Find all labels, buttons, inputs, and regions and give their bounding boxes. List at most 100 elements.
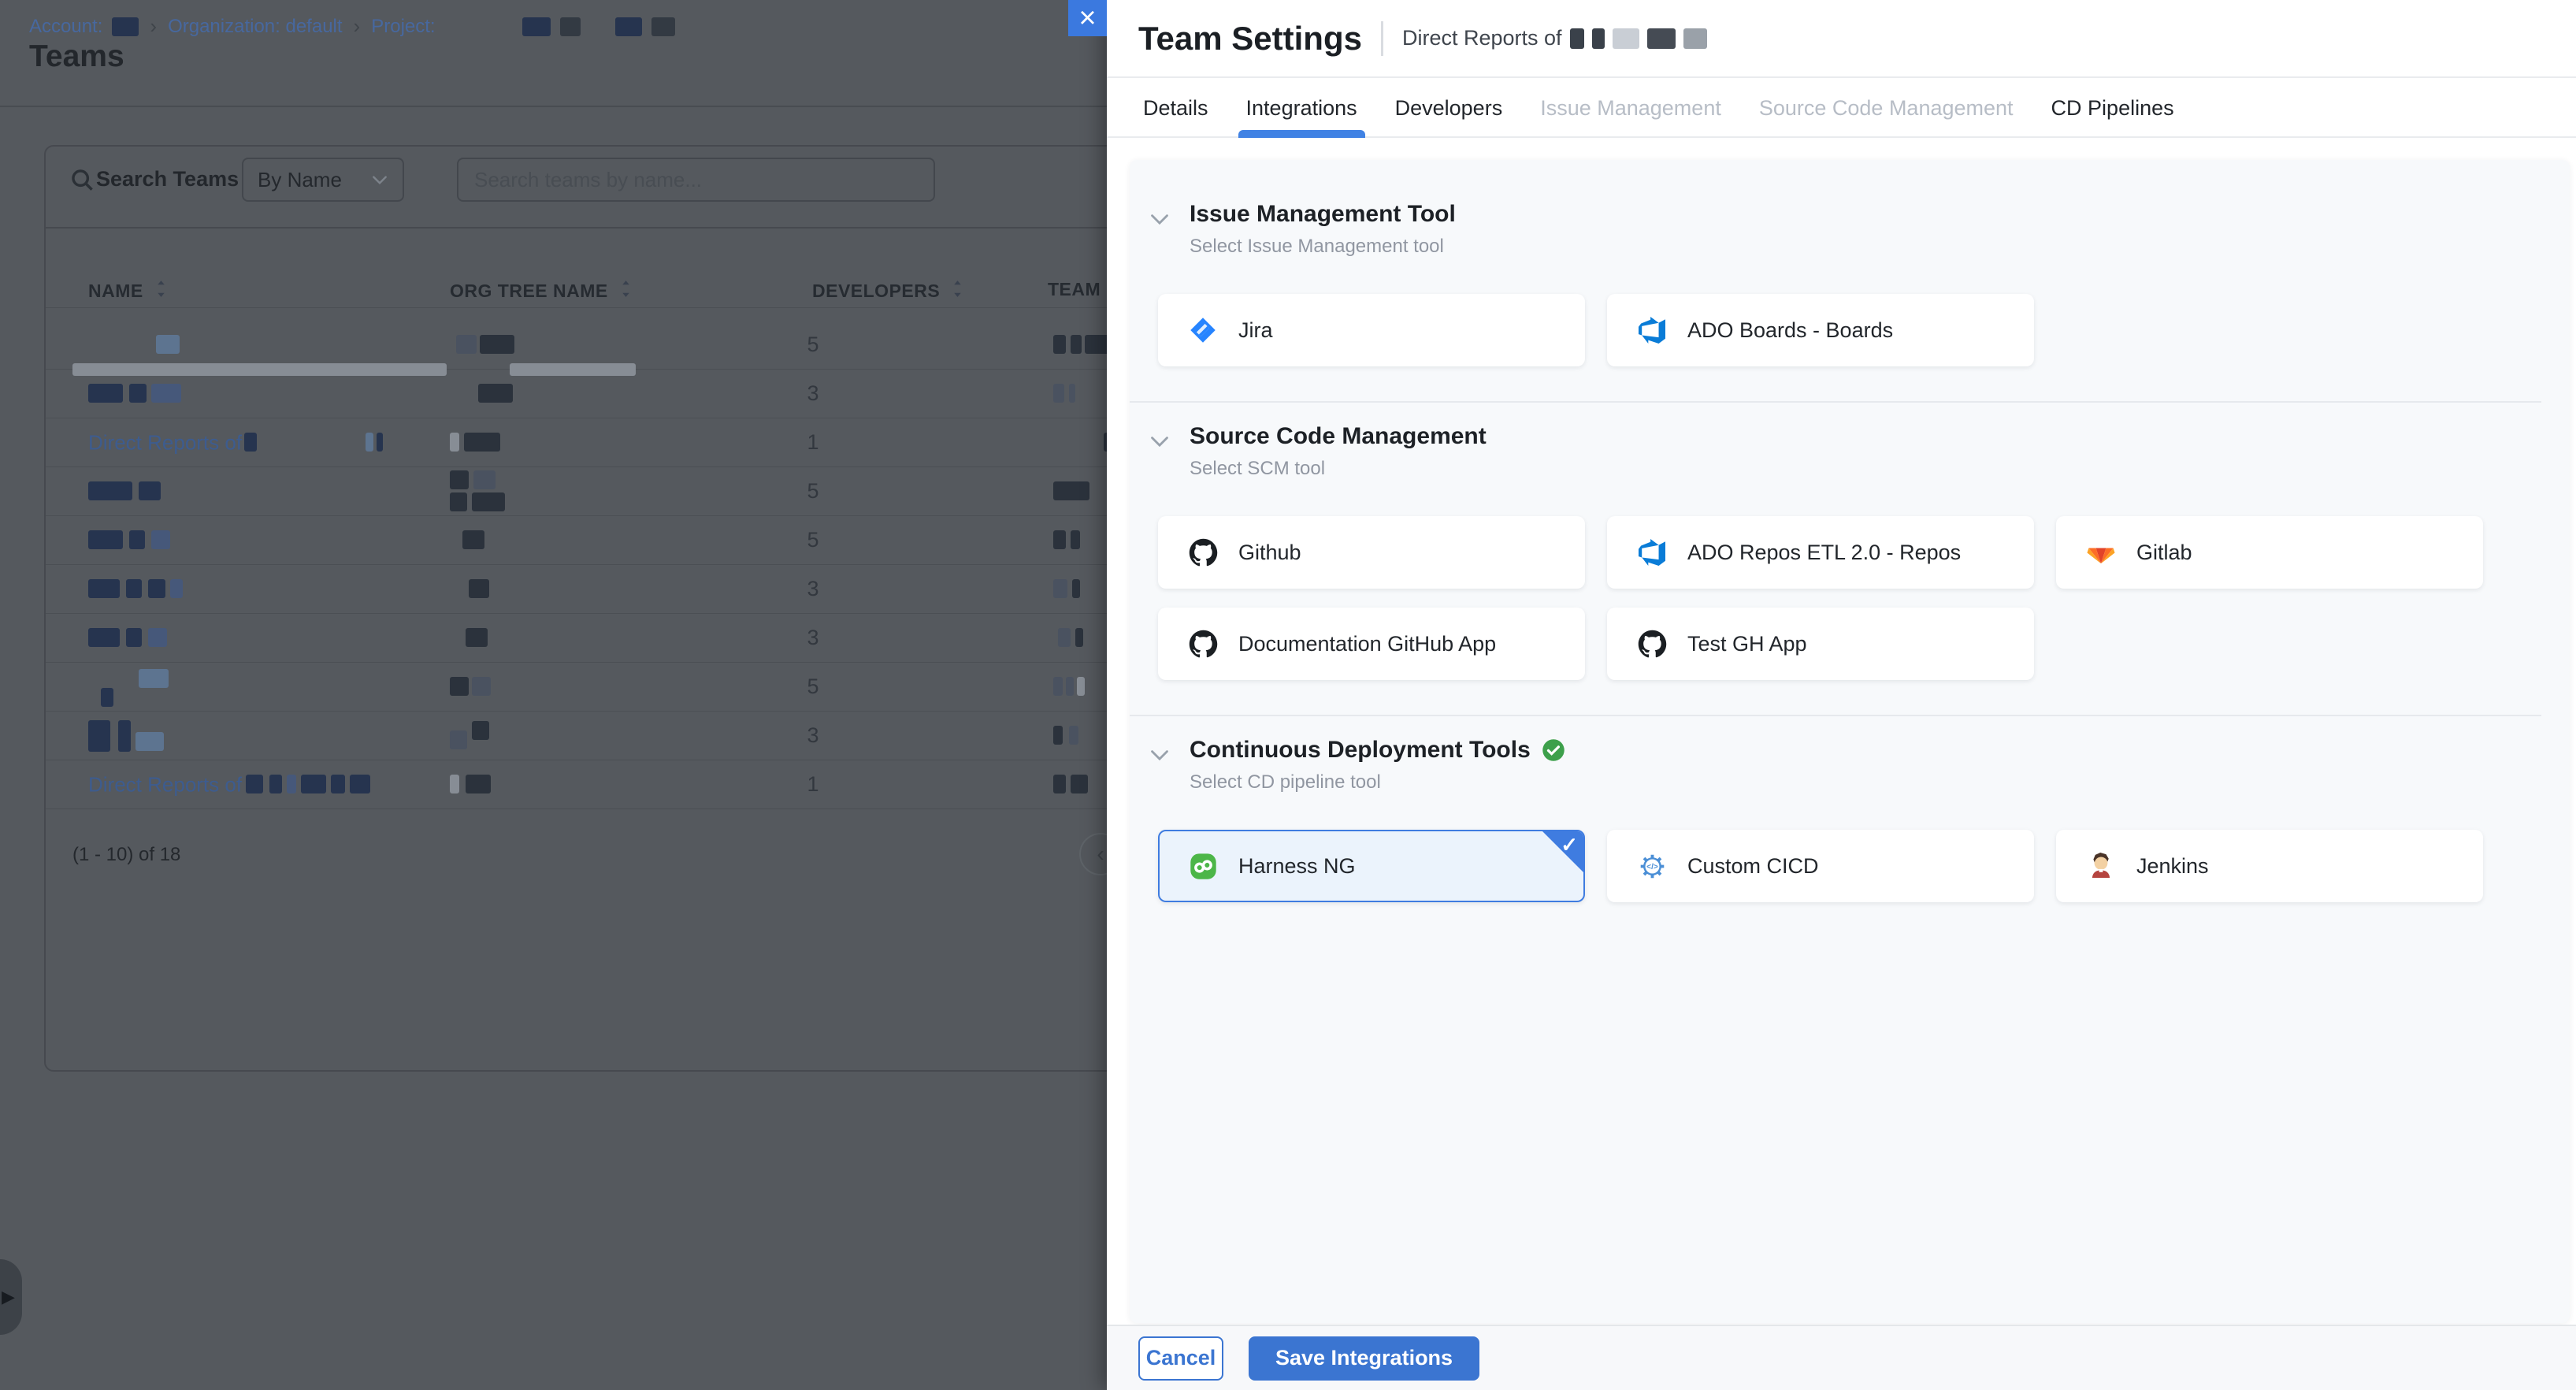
redacted-block bbox=[472, 492, 505, 511]
redacted-block bbox=[301, 775, 326, 793]
card-jira[interactable]: Jira bbox=[1158, 294, 1585, 366]
table-row[interactable]: Direct Reports of1 bbox=[46, 418, 1169, 467]
card-documentation-github-app[interactable]: Documentation GitHub App bbox=[1158, 608, 1585, 680]
redacted-block bbox=[473, 470, 496, 489]
redacted-block bbox=[1072, 579, 1080, 598]
org-tree-cell bbox=[450, 321, 686, 369]
redacted-block bbox=[246, 775, 263, 793]
save-integrations-button[interactable]: Save Integrations bbox=[1249, 1336, 1479, 1381]
redacted-block bbox=[466, 775, 491, 793]
table-row[interactable]: 5 bbox=[46, 663, 1169, 712]
tab-cd-pipelines[interactable]: CD Pipelines bbox=[2048, 80, 2177, 136]
developers-count: 3 bbox=[766, 614, 860, 662]
redacted-block bbox=[1066, 677, 1074, 696]
card-github[interactable]: Github bbox=[1158, 516, 1585, 589]
redacted-block bbox=[244, 433, 257, 452]
developers-count: 5 bbox=[766, 321, 860, 369]
section-header: Continuous Deployment ToolsSelect CD pip… bbox=[1130, 737, 2541, 793]
sort-icon[interactable] bbox=[154, 279, 168, 303]
column-header-name[interactable]: NAME bbox=[88, 279, 168, 303]
chevron-down-icon[interactable] bbox=[1130, 201, 1190, 258]
tab-developers[interactable]: Developers bbox=[1392, 80, 1506, 136]
section-titles: Source Code ManagementSelect SCM tool bbox=[1190, 423, 2541, 480]
card-jenkins[interactable]: Jenkins bbox=[2056, 830, 2483, 902]
sort-icon[interactable] bbox=[619, 279, 633, 303]
redacted-block bbox=[522, 17, 551, 36]
card-ado-repos-etl-2-0-repos[interactable]: ADO Repos ETL 2.0 - Repos bbox=[1607, 516, 2034, 589]
team-name-link[interactable]: Direct Reports of bbox=[88, 772, 242, 797]
table-row[interactable]: 5 bbox=[46, 467, 1169, 516]
pagination-label: (1 - 10) of 18 bbox=[72, 834, 180, 876]
harness-icon bbox=[1188, 851, 1218, 881]
teams-table-card: Search Teams By Name NAME ORG TREE NAME DE… bbox=[44, 145, 1171, 1072]
redacted-block bbox=[1053, 677, 1063, 696]
redacted-block bbox=[560, 17, 581, 36]
redacted-block bbox=[450, 470, 469, 489]
card-harness-ng[interactable]: Harness NG✓ bbox=[1158, 830, 1585, 902]
column-header-developers[interactable]: DEVELOPERS bbox=[812, 279, 964, 303]
breadcrumb-separator: › bbox=[354, 14, 361, 39]
drawer-subtitle: Direct Reports of bbox=[1402, 26, 1707, 50]
cancel-button[interactable]: Cancel bbox=[1138, 1336, 1223, 1381]
table-row[interactable]: 3 bbox=[46, 565, 1169, 614]
redacted-block bbox=[350, 775, 370, 793]
redacted-block bbox=[126, 579, 142, 598]
card-test-gh-app[interactable]: Test GH App bbox=[1607, 608, 2034, 680]
tab-details[interactable]: Details bbox=[1140, 80, 1212, 136]
close-icon: × bbox=[1078, 3, 1096, 33]
breadcrumb-segment[interactable]: Account: bbox=[29, 16, 102, 38]
redacted-block bbox=[450, 677, 469, 696]
selected-check-icon: ✓ bbox=[1561, 833, 1578, 857]
card-ado-boards-boards[interactable]: ADO Boards - Boards bbox=[1607, 294, 2034, 366]
name-cell bbox=[88, 467, 443, 515]
drawer-footer: Cancel Save Integrations bbox=[1107, 1325, 2576, 1390]
table-row[interactable]: Direct Reports of1 bbox=[46, 760, 1169, 809]
redacted-block bbox=[331, 775, 345, 793]
breadcrumb-segment[interactable]: Project: bbox=[371, 16, 435, 38]
search-filter-select[interactable]: By Name bbox=[242, 158, 404, 202]
redacted-block bbox=[466, 628, 488, 647]
close-button[interactable]: × bbox=[1068, 0, 1107, 36]
chevron-down-icon[interactable] bbox=[1130, 423, 1190, 480]
gitlab-icon bbox=[2086, 537, 2116, 567]
developers-count: 5 bbox=[766, 467, 860, 515]
org-tree-cell bbox=[450, 418, 686, 466]
redacted-block bbox=[112, 17, 139, 36]
gear-code-icon: </> bbox=[1637, 851, 1667, 881]
chevron-down-icon[interactable] bbox=[1130, 737, 1190, 793]
org-tree-cell bbox=[450, 370, 686, 418]
table-row[interactable]: 3 bbox=[46, 712, 1169, 760]
redacted-block bbox=[156, 335, 180, 354]
table-row[interactable]: 5 bbox=[46, 321, 1169, 370]
team-name-link[interactable]: Direct Reports of bbox=[88, 430, 242, 455]
team-settings-drawer: × Team Settings Direct Reports of Detail… bbox=[1107, 0, 2576, 1390]
search-input[interactable] bbox=[457, 158, 935, 202]
column-header-org-tree-name[interactable]: ORG TREE NAME bbox=[450, 279, 633, 303]
tab-label: Developers bbox=[1395, 96, 1503, 121]
redacted-block bbox=[1053, 775, 1066, 793]
tool-cards-grid: Github ADO Repos ETL 2.0 - Repos Gitlab Doc… bbox=[1158, 516, 2541, 680]
org-tree-cell bbox=[450, 516, 686, 564]
table-row[interactable]: 5 bbox=[46, 516, 1169, 565]
sidebar-expand-handle[interactable]: ▶ bbox=[0, 1259, 22, 1335]
org-tree-cell bbox=[450, 760, 686, 808]
developers-count: 5 bbox=[766, 663, 860, 711]
table-row[interactable]: 3 bbox=[46, 370, 1169, 418]
org-tree-cell bbox=[450, 663, 686, 711]
breadcrumb[interactable]: Account:›Organization: default›Project: bbox=[29, 14, 675, 39]
redacted-block bbox=[139, 669, 169, 688]
name-cell bbox=[88, 663, 443, 711]
redacted-block bbox=[88, 481, 132, 500]
breadcrumb-segment[interactable]: Organization: default bbox=[168, 16, 342, 38]
redacted-block bbox=[135, 732, 164, 751]
table-row[interactable]: 3 bbox=[46, 614, 1169, 663]
search-row: Search Teams By Name bbox=[46, 158, 1169, 202]
card-gitlab[interactable]: Gitlab bbox=[2056, 516, 2483, 589]
name-cell bbox=[88, 614, 443, 662]
developers-count: 3 bbox=[766, 565, 860, 613]
card-custom-cicd[interactable]: </>Custom CICD bbox=[1607, 830, 2034, 902]
tab-integrations[interactable]: Integrations bbox=[1243, 80, 1360, 136]
sort-icon[interactable] bbox=[951, 279, 964, 303]
redacted-block bbox=[472, 677, 491, 696]
org-tree-cell bbox=[450, 467, 686, 515]
